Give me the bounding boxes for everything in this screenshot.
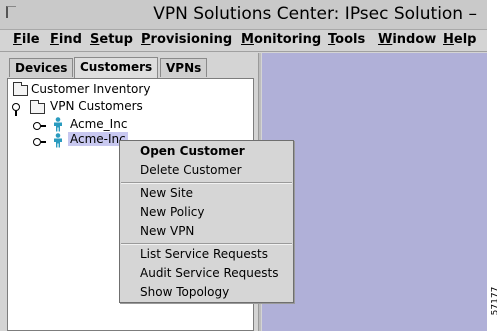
expand-icon[interactable] [12, 102, 24, 116]
menu-item-open-customer[interactable]: Open Customer [140, 144, 245, 158]
menu-help[interactable]: Help [443, 32, 476, 47]
folder-icon [30, 100, 45, 114]
figure-number: 57177 [487, 0, 497, 331]
workspace-panel [262, 53, 487, 331]
menu-monitoring[interactable]: Monitoring [241, 32, 321, 47]
context-menu: Open Customer Delete Customer New Site N… [119, 140, 294, 303]
expand-icon[interactable] [33, 137, 46, 147]
folder-icon [13, 82, 28, 96]
menu-item-audit-service-requests[interactable]: Audit Service Requests [140, 266, 278, 280]
menu-bar: File Find Setup Provisioning Monitoring … [0, 30, 487, 52]
menu-window[interactable]: Window [378, 32, 436, 47]
menu-item-show-topology[interactable]: Show Topology [140, 285, 229, 299]
tab-customers[interactable]: Customers [74, 57, 159, 78]
expand-icon[interactable] [33, 121, 46, 131]
menu-separator [121, 243, 292, 245]
menu-tools[interactable]: Tools [328, 32, 365, 47]
tree-group-label[interactable]: VPN Customers [50, 99, 143, 113]
menu-separator [121, 182, 292, 184]
customer-icon [54, 133, 62, 148]
menu-file[interactable]: File [13, 32, 40, 47]
window-title: VPN Solutions Center: IPsec Solution – [153, 4, 477, 24]
application-window: VPN Solutions Center: IPsec Solution – F… [0, 0, 487, 331]
window-menu-icon[interactable] [6, 6, 16, 18]
tree-item-customer[interactable]: Acme_Inc [70, 117, 127, 131]
customer-icon [54, 117, 62, 132]
menu-setup[interactable]: Setup [90, 32, 133, 47]
tab-devices[interactable]: Devices [9, 58, 74, 77]
tab-vpns[interactable]: VPNs [160, 58, 208, 77]
menu-item-new-vpn[interactable]: New VPN [140, 224, 194, 238]
menu-item-delete-customer[interactable]: Delete Customer [140, 163, 242, 177]
menu-provisioning[interactable]: Provisioning [141, 32, 232, 47]
tree-root-label[interactable]: Customer Inventory [31, 82, 150, 96]
menu-item-new-site[interactable]: New Site [140, 186, 193, 200]
menu-item-new-policy[interactable]: New Policy [140, 205, 205, 219]
menu-item-list-service-requests[interactable]: List Service Requests [140, 247, 268, 261]
figure-id-label: 57177 [490, 286, 497, 316]
title-bar: VPN Solutions Center: IPsec Solution – [0, 0, 487, 30]
menu-find[interactable]: Find [50, 32, 82, 47]
